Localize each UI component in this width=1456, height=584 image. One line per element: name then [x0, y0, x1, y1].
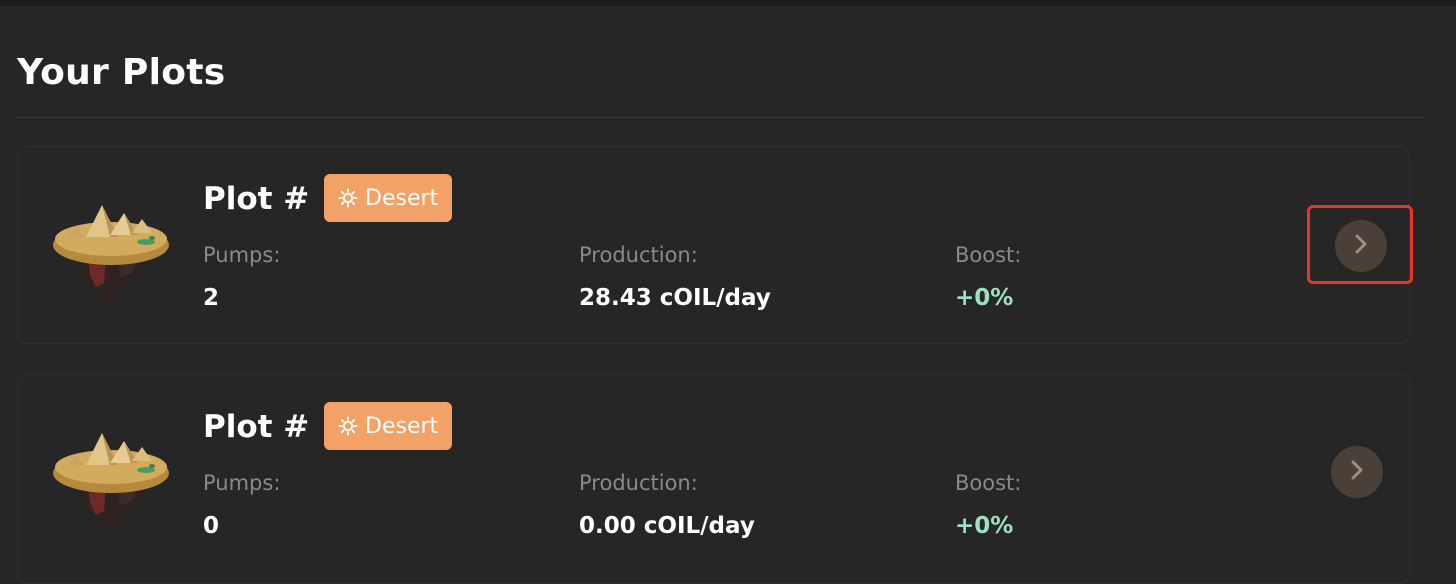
sun-icon	[338, 416, 358, 436]
production-label: Production:	[579, 471, 698, 495]
chevron-right-icon	[1348, 459, 1366, 485]
production-value: 0.00 cOIL/day	[579, 513, 755, 539]
plot-island-image	[48, 415, 174, 541]
pumps-value: 0	[203, 513, 220, 539]
sun-icon	[338, 188, 358, 208]
plot-name: Plot #	[203, 181, 310, 217]
plot-details-button[interactable]	[1331, 446, 1383, 498]
biome-label: Desert	[365, 413, 439, 439]
pumps-label: Pumps:	[203, 471, 281, 495]
plot-card[interactable]: Plot # Desert Pumps: 0 Production: 0.00	[17, 374, 1410, 584]
production-value: 28.43 cOIL/day	[579, 285, 771, 311]
plot-name: Plot #	[203, 409, 310, 445]
page-title: Your Plots	[17, 52, 226, 93]
top-bar	[0, 0, 1456, 6]
biome-label: Desert	[365, 185, 439, 211]
biome-badge: Desert	[324, 402, 453, 450]
plot-card[interactable]: Plot # Desert Pumps: 2 Production: 28.43	[17, 146, 1413, 344]
boost-value: +0%	[955, 513, 1014, 539]
biome-badge: Desert	[324, 174, 453, 222]
boost-label: Boost:	[955, 243, 1022, 267]
production-label: Production:	[579, 243, 698, 267]
plot-island-image	[48, 187, 174, 313]
divider	[17, 117, 1424, 118]
boost-label: Boost:	[955, 471, 1022, 495]
pumps-label: Pumps:	[203, 243, 281, 267]
boost-value: +0%	[955, 285, 1014, 311]
chevron-right-icon	[1352, 233, 1370, 259]
plot-details-button[interactable]	[1335, 220, 1387, 272]
pumps-value: 2	[203, 285, 220, 311]
